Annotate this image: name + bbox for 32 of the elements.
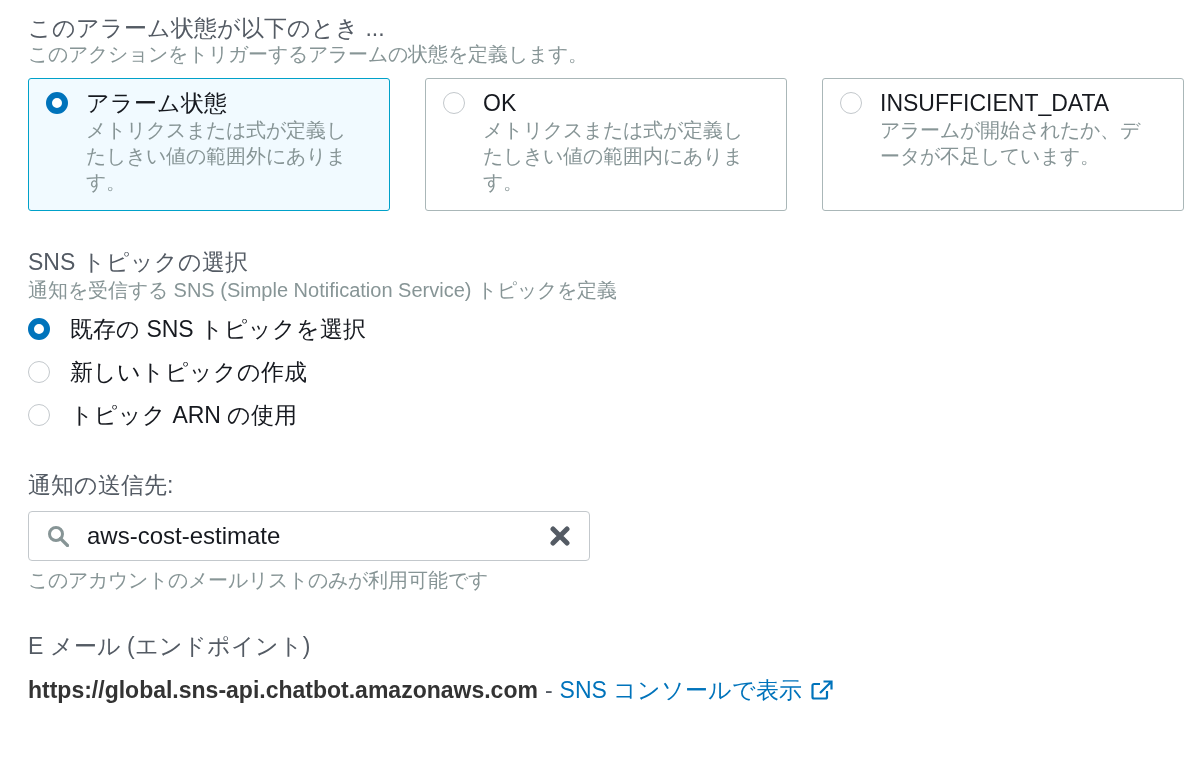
separator-text: - — [544, 676, 553, 705]
option-label: INSUFFICIENT_DATA — [880, 89, 1110, 117]
section-description: このアクションをトリガーするアラームの状態を定義します。 — [28, 42, 588, 66]
radio-button[interactable] — [840, 92, 862, 114]
radio-button[interactable] — [28, 404, 50, 426]
option-label: OK — [483, 89, 517, 117]
console-link[interactable]: SNS コンソールで表示 — [559, 675, 834, 705]
field-label: 通知の送信先: — [28, 471, 174, 500]
external-link-icon — [811, 680, 834, 700]
option-card[interactable]: アラーム状態 メトリクスまたは式が定義したしきい値の範囲外にあります。 — [28, 78, 390, 211]
endpoint-url: https://global.sns-api.chatbot.amazonaws.com — [28, 676, 538, 705]
radio-button[interactable] — [46, 92, 68, 114]
option-card[interactable]: OK メトリクスまたは式が定義したしきい値の範囲内にあります。 — [425, 78, 787, 211]
radio-button[interactable] — [28, 361, 50, 383]
option-label: アラーム状態 — [86, 89, 227, 117]
option-description: メトリクスまたは式が定義したしきい値の範囲外にあります。 — [86, 118, 347, 195]
section-title: このアラーム状態が以下のとき ... — [28, 14, 385, 42]
radio-label: 既存の SNS トピックを選択 — [70, 315, 367, 344]
option-description: メトリクスまたは式が定義したしきい値の範囲内にあります。 — [483, 118, 744, 195]
clear-icon[interactable] — [550, 526, 570, 546]
search-icon — [47, 525, 69, 547]
field-label: E メール (エンドポイント) — [28, 632, 311, 661]
option-card[interactable]: INSUFFICIENT_DATA アラームが開始されたか、データが不足しています。 — [822, 78, 1184, 211]
search-field[interactable]: aws-cost-estimate — [28, 511, 590, 561]
radio-button[interactable] — [443, 92, 465, 114]
radio-label: トピック ARN の使用 — [70, 401, 298, 430]
section-title: SNS トピックの選択 — [28, 248, 248, 277]
field-hint: このアカウントのメールリストのみが利用可能です — [28, 568, 488, 593]
section-description: 通知を受信する SNS (Simple Notification Service) トピックを定義 — [28, 278, 617, 303]
option-description: アラームが開始されたか、データが不足しています。 — [880, 118, 1142, 169]
radio-button[interactable] — [28, 318, 50, 340]
radio-label: 新しいトピックの作成 — [70, 358, 307, 387]
